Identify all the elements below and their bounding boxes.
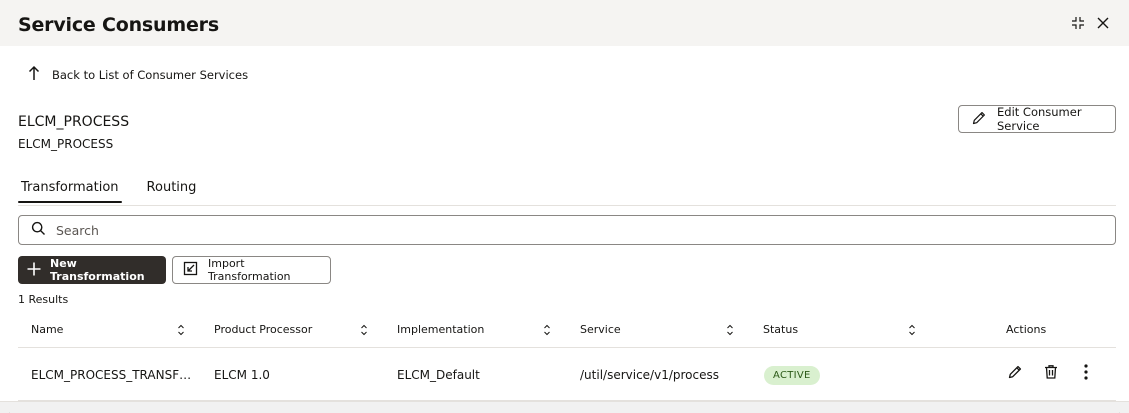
edit-row-button[interactable] (1004, 363, 1026, 385)
arrow-up-icon (28, 65, 40, 85)
collapse-icon[interactable] (1068, 13, 1088, 33)
tab-divider (18, 205, 1116, 206)
column-header-status[interactable]: Status (763, 323, 798, 336)
status-badge: ACTIVE (764, 366, 820, 385)
import-icon (183, 261, 198, 279)
trash-icon (1043, 364, 1059, 384)
tab-transformation[interactable]: Transformation (18, 180, 122, 204)
sort-icon[interactable] (359, 322, 369, 336)
pencil-icon (1007, 364, 1023, 384)
close-icon[interactable] (1093, 13, 1113, 33)
back-link-label: Back to List of Consumer Services (52, 68, 249, 82)
consumer-subtitle: ELCM_PROCESS (18, 137, 114, 151)
search-input[interactable] (56, 222, 1056, 238)
edit-consumer-service-button[interactable]: Edit Consumer Service (958, 105, 1116, 133)
cell-implementation: ELCM_Default (397, 368, 480, 382)
column-header-name[interactable]: Name (31, 323, 63, 336)
table-row[interactable]: ELCM_PROCESS_TRANSF… ELCM 1.0 ELCM_Defau… (18, 349, 1116, 401)
more-actions-button[interactable] (1075, 363, 1097, 385)
cell-product-processor: ELCM 1.0 (214, 368, 270, 382)
page-header: Service Consumers (0, 0, 1129, 46)
horizontal-scrollbar[interactable] (0, 401, 1129, 413)
new-transformation-button[interactable]: New Transformation (18, 256, 166, 284)
pencil-icon (971, 110, 987, 129)
table-header: Name Product Processor Implementation Se… (18, 312, 1116, 348)
sort-icon[interactable] (907, 322, 917, 336)
sort-icon[interactable] (725, 322, 735, 336)
scroll-right-icon[interactable] (1117, 404, 1125, 413)
column-header-product-processor[interactable]: Product Processor (214, 323, 312, 336)
page-title: Service Consumers (18, 14, 219, 36)
tab-routing[interactable]: Routing (144, 180, 200, 204)
more-vertical-icon (1083, 363, 1089, 385)
column-header-service[interactable]: Service (580, 323, 621, 336)
new-transformation-label: New Transformation (50, 257, 145, 283)
column-header-actions: Actions (1006, 323, 1047, 336)
delete-row-button[interactable] (1040, 363, 1062, 385)
sort-icon[interactable] (176, 322, 186, 336)
edit-button-label: Edit Consumer Service (997, 105, 1082, 133)
plus-icon (26, 261, 42, 280)
results-count: 1 Results (18, 293, 69, 306)
search-box[interactable] (18, 215, 1116, 245)
column-header-implementation[interactable]: Implementation (397, 323, 484, 336)
sort-icon[interactable] (542, 322, 552, 336)
search-icon (31, 221, 46, 240)
cell-name[interactable]: ELCM_PROCESS_TRANSF… (31, 368, 191, 382)
cell-service: /util/service/v1/process (580, 368, 719, 382)
import-transformation-button[interactable]: Import Transformation (172, 256, 331, 284)
scroll-left-icon[interactable] (4, 404, 12, 413)
import-transformation-label: Import Transformation (208, 257, 291, 283)
back-to-list-link[interactable]: Back to List of Consumer Services (28, 65, 249, 85)
consumer-name: ELCM_PROCESS (18, 114, 130, 130)
tab-bar: Transformation Routing (18, 180, 221, 206)
